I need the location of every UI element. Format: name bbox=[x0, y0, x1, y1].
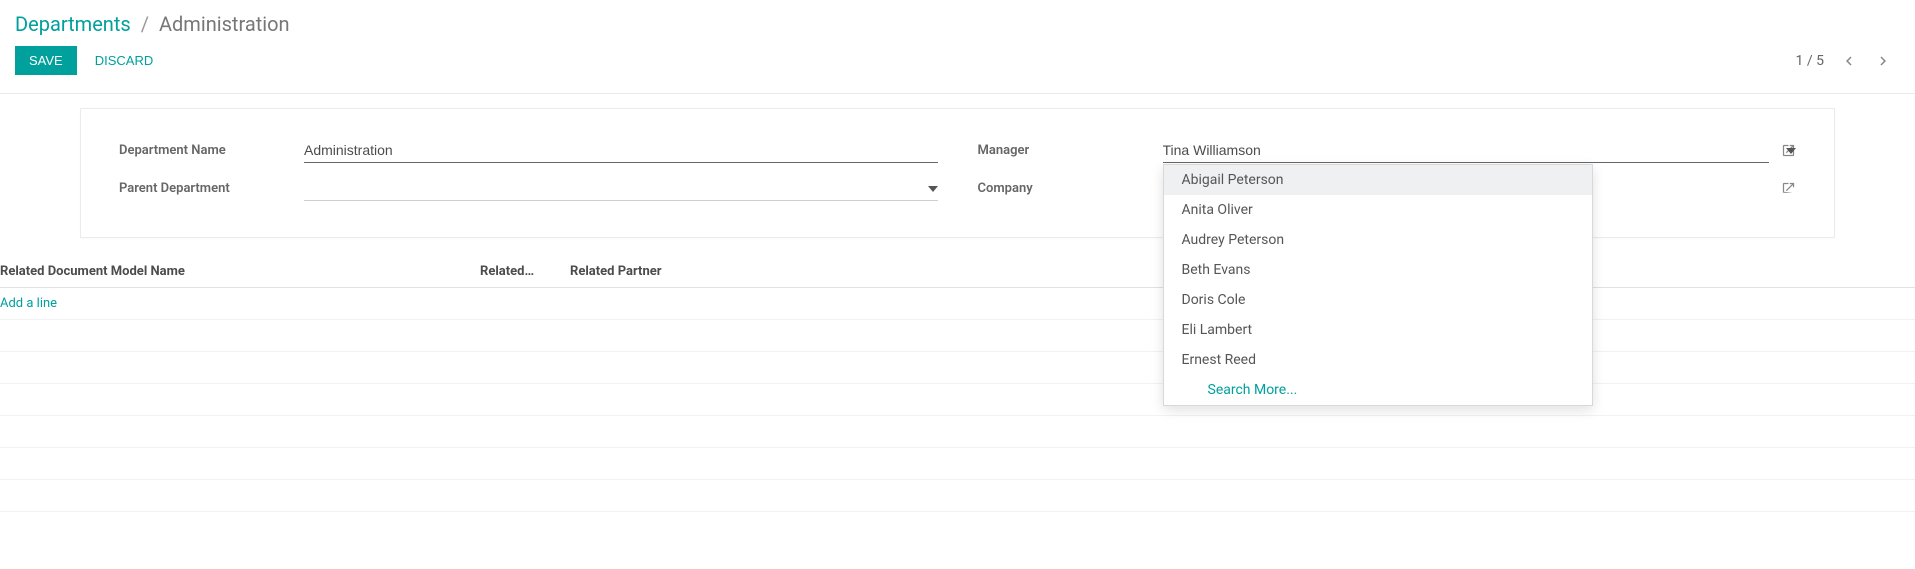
dropdown-item[interactable]: Audrey Peterson bbox=[1164, 225, 1592, 255]
breadcrumb: Departments / Administration bbox=[15, 12, 1900, 36]
external-link-icon[interactable] bbox=[1781, 143, 1796, 158]
discard-button[interactable]: DISCARD bbox=[95, 53, 154, 68]
pager: 1 / 5 bbox=[1796, 52, 1900, 70]
department-name-input[interactable] bbox=[304, 138, 938, 163]
chevron-left-icon bbox=[1840, 52, 1858, 70]
external-link-icon[interactable] bbox=[1781, 181, 1796, 196]
pager-next-button[interactable] bbox=[1874, 52, 1892, 70]
table-row bbox=[0, 384, 1915, 416]
add-line-link[interactable]: Add a line bbox=[0, 296, 57, 311]
breadcrumb-root[interactable]: Departments bbox=[15, 12, 131, 36]
table-row bbox=[0, 416, 1915, 448]
manager-input[interactable] bbox=[1163, 138, 1770, 163]
manager-label: Manager bbox=[978, 143, 1163, 158]
table-row: Add a line bbox=[0, 288, 1915, 320]
table-header-related: Related… bbox=[480, 264, 570, 279]
table-row bbox=[0, 352, 1915, 384]
dropdown-item[interactable]: Anita Oliver bbox=[1164, 195, 1592, 225]
table-header-model: Related Document Model Name bbox=[0, 264, 480, 279]
parent-department-label: Parent Department bbox=[119, 181, 304, 196]
table-row bbox=[0, 448, 1915, 480]
pager-prev-button[interactable] bbox=[1840, 52, 1858, 70]
dropdown-item[interactable]: Doris Cole bbox=[1164, 285, 1592, 315]
dropdown-search-more[interactable]: Search More... bbox=[1164, 375, 1592, 405]
save-button[interactable]: SAVE bbox=[15, 46, 77, 75]
form-sheet: Department Name Parent Department bbox=[80, 108, 1835, 238]
dropdown-item[interactable]: Eli Lambert bbox=[1164, 315, 1592, 345]
pager-text: 1 / 5 bbox=[1796, 53, 1824, 69]
parent-department-input[interactable] bbox=[304, 176, 938, 201]
dropdown-item[interactable]: Beth Evans bbox=[1164, 255, 1592, 285]
dropdown-item[interactable]: Abigail Peterson bbox=[1164, 165, 1592, 195]
manager-dropdown: Abigail Peterson Anita Oliver Audrey Pet… bbox=[1163, 164, 1593, 406]
department-name-label: Department Name bbox=[119, 143, 304, 158]
breadcrumb-sep: / bbox=[141, 12, 149, 36]
breadcrumb-current: Administration bbox=[159, 12, 290, 36]
table-row bbox=[0, 320, 1915, 352]
dropdown-item[interactable]: Ernest Reed bbox=[1164, 345, 1592, 375]
company-label: Company bbox=[978, 181, 1163, 196]
table-row bbox=[0, 480, 1915, 512]
chevron-right-icon bbox=[1874, 52, 1892, 70]
table-header: Related Document Model Name Related… Rel… bbox=[0, 256, 1915, 288]
